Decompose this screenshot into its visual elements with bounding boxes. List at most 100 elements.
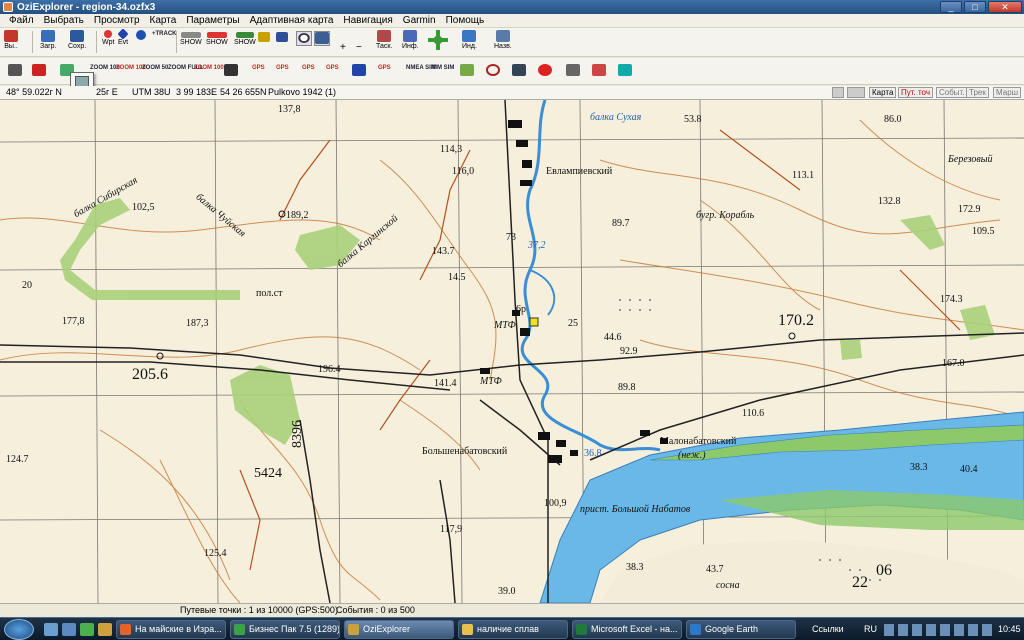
map-label: 172.9 bbox=[958, 204, 981, 215]
quicklaunch-folder-icon[interactable] bbox=[98, 623, 112, 636]
gps-send-button[interactable]: GPS bbox=[378, 64, 391, 72]
tab-route[interactable]: Марш bbox=[993, 87, 1022, 98]
maximize-button[interactable]: □ bbox=[964, 1, 986, 13]
close-button[interactable]: ✕ bbox=[988, 1, 1022, 13]
menu-view[interactable]: Просмотр bbox=[89, 15, 145, 26]
map-label: 38.3 bbox=[626, 562, 644, 573]
title-bar[interactable]: OziExplorer - region-34.ozfx3 _ □ ✕ bbox=[0, 0, 1024, 14]
quicklaunch-switch-icon[interactable] bbox=[62, 623, 76, 636]
map-label: 44.6 bbox=[604, 332, 622, 343]
load-icon bbox=[41, 30, 56, 42]
menu-settings[interactable]: Параметры bbox=[181, 15, 244, 26]
show-events-button[interactable] bbox=[258, 32, 270, 43]
elevation-button[interactable] bbox=[592, 64, 606, 77]
map-label: 5424 bbox=[254, 466, 282, 481]
info-bar-icon-2[interactable] bbox=[847, 87, 865, 98]
map-label: 92.9 bbox=[620, 346, 638, 357]
quicklaunch-app-icon[interactable] bbox=[80, 623, 94, 636]
map-label: 177,8 bbox=[62, 316, 85, 327]
menu-garmin[interactable]: Garmin bbox=[398, 15, 441, 26]
menu-help[interactable]: Помощь bbox=[441, 15, 490, 26]
menu-select[interactable]: Выбрать bbox=[39, 15, 89, 26]
map-label: 141.4 bbox=[434, 378, 457, 389]
gps-waypoints-button[interactable]: GPS bbox=[252, 64, 265, 72]
zoom-out-button[interactable]: − bbox=[356, 43, 362, 53]
map-label: Большенабатовский bbox=[422, 446, 508, 457]
zoom-50-button[interactable]: ZOOM 50 bbox=[142, 64, 168, 72]
map-tool-button[interactable] bbox=[8, 64, 22, 77]
move-arrows-icon bbox=[428, 30, 448, 50]
tab-map[interactable]: Карта bbox=[869, 87, 897, 98]
indicator-button[interactable]: Инд. bbox=[462, 30, 477, 51]
save-button[interactable]: Сохр. bbox=[68, 30, 86, 51]
northing-readout: 54 26 655N bbox=[220, 87, 267, 97]
excel-icon bbox=[576, 624, 587, 635]
exit-button[interactable]: Вы.. bbox=[4, 30, 18, 51]
task-excel[interactable]: Microsoft Excel - на... bbox=[572, 620, 682, 639]
start-button[interactable] bbox=[4, 619, 34, 640]
map-view-button[interactable] bbox=[566, 64, 580, 77]
tab-track[interactable]: Трек bbox=[966, 87, 989, 98]
show-icon bbox=[180, 32, 201, 38]
show-routes-button[interactable]: SHOW bbox=[234, 32, 256, 47]
info-button[interactable]: Инф. bbox=[402, 30, 419, 51]
load-button[interactable]: Загр. bbox=[40, 30, 57, 51]
signal-button[interactable] bbox=[618, 64, 632, 77]
info-bar-icon-1[interactable] bbox=[832, 87, 844, 98]
event-button[interactable]: Evt bbox=[117, 28, 129, 47]
menu-adaptive-map[interactable]: Адаптивная карта bbox=[245, 15, 339, 26]
tab-events[interactable]: Событ. bbox=[936, 87, 968, 98]
tab-waypoints[interactable]: Пут. точ bbox=[898, 87, 933, 98]
zoom-100c-button[interactable]: ZOOM 100 bbox=[194, 64, 224, 72]
crosshair-button[interactable] bbox=[486, 64, 500, 77]
clock[interactable]: 10:45 bbox=[998, 620, 1021, 639]
anchor-button[interactable] bbox=[512, 64, 526, 77]
task-browser[interactable]: На майские в Изра... bbox=[116, 620, 226, 639]
pan-tool-button[interactable] bbox=[314, 31, 330, 46]
zoom-in-button[interactable]: + bbox=[340, 43, 346, 53]
map-canvas[interactable]: 137,8 балка Сухая 53.8 86.0 114,3 116,0 … bbox=[0, 100, 1024, 603]
map-label: 37,2 bbox=[528, 240, 546, 251]
zoom-tool-button[interactable] bbox=[296, 31, 312, 46]
running-icon-button[interactable] bbox=[32, 64, 46, 77]
app-icon bbox=[3, 2, 13, 12]
task-icon bbox=[377, 30, 392, 42]
stop-button[interactable] bbox=[538, 64, 552, 77]
gps-connect-button[interactable] bbox=[224, 64, 238, 77]
task-google-earth[interactable]: Google Earth bbox=[686, 620, 796, 639]
menu-navigation[interactable]: Навигация bbox=[338, 15, 397, 26]
map-tool-icon bbox=[8, 64, 22, 76]
mm-sim-button[interactable]: MM SIM bbox=[432, 64, 454, 72]
map-label: 89.7 bbox=[612, 218, 630, 229]
menu-map[interactable]: Карта bbox=[145, 15, 182, 26]
names-button[interactable]: Назв. bbox=[494, 30, 512, 51]
move-map-button[interactable] bbox=[428, 30, 448, 51]
waypoint-icon bbox=[104, 30, 113, 38]
map-label: 117,9 bbox=[440, 524, 463, 535]
minimize-button[interactable]: _ bbox=[940, 1, 962, 13]
show-waypoints-button[interactable]: SHOW bbox=[180, 32, 202, 47]
task-business-pack[interactable]: Бизнес Пак 7.5 (1289) bbox=[230, 620, 340, 639]
task-folder[interactable]: наличие сплав bbox=[458, 620, 568, 639]
tray-icons[interactable] bbox=[884, 624, 994, 636]
task-oziexplorer[interactable]: OziExplorer bbox=[344, 620, 454, 639]
map-label: МТФ bbox=[480, 376, 502, 387]
quicklaunch-desktop-icon[interactable] bbox=[44, 623, 58, 636]
gps-download-button[interactable] bbox=[352, 64, 366, 77]
waypoint-button[interactable]: Wpt bbox=[102, 30, 114, 47]
event-count: События : 0 из 500 bbox=[336, 605, 415, 615]
show-names-button[interactable] bbox=[276, 32, 288, 43]
gps-routes-button[interactable]: GPS bbox=[276, 64, 289, 72]
gps-upload-button[interactable]: GPS bbox=[326, 64, 339, 72]
route-button[interactable] bbox=[136, 30, 146, 41]
gps-tracks-button[interactable]: GPS bbox=[302, 64, 315, 72]
track-button[interactable]: +TRACK bbox=[152, 30, 177, 38]
show-route-icon bbox=[235, 32, 254, 38]
show-tracks-button[interactable]: SHOW bbox=[206, 32, 228, 47]
menu-file[interactable]: Файл bbox=[4, 15, 39, 26]
map-label: 43.7 bbox=[706, 564, 724, 575]
pen-tool-button[interactable] bbox=[460, 64, 474, 77]
links-toolbar[interactable]: Ссылки bbox=[812, 620, 844, 639]
language-indicator[interactable]: RU bbox=[864, 620, 877, 639]
task-button[interactable]: Таск. bbox=[376, 30, 392, 51]
